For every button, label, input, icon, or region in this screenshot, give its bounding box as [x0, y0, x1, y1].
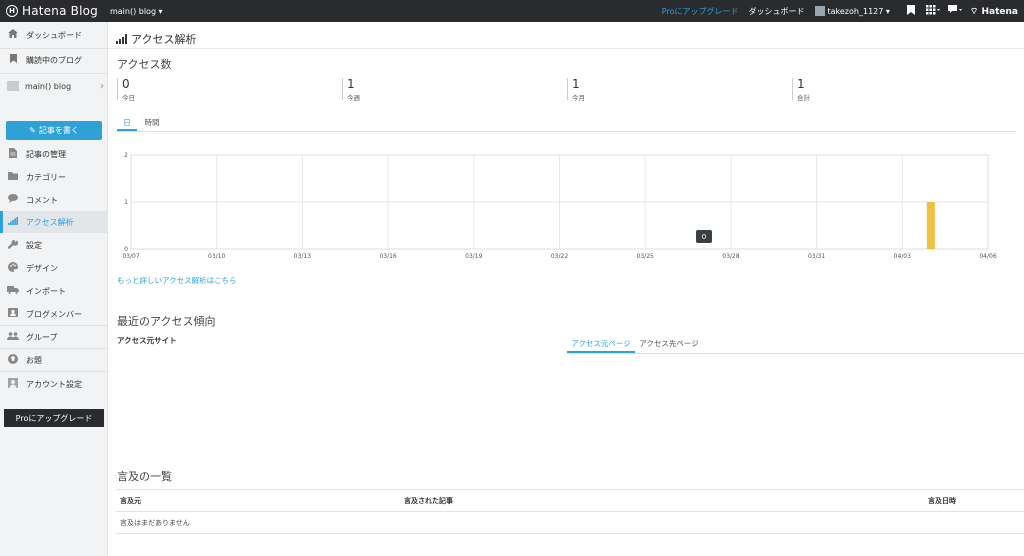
page-title: アクセス解析 [116, 31, 196, 47]
stat-month: 1 今月 [567, 78, 789, 102]
x-tick-label: 03/31 [808, 253, 825, 260]
bookmark-icon[interactable] [900, 4, 922, 18]
sidebar-item-articles[interactable]: 記事の管理 [0, 143, 108, 165]
sidebar-item-import[interactable]: インポート [0, 280, 108, 302]
tab-divider [117, 131, 1016, 132]
stat-total: 1 合計 [792, 78, 1014, 102]
bookmark-icon [6, 54, 20, 66]
tab-hourly[interactable]: 時間 [139, 117, 165, 131]
x-tick-label: 03/07 [122, 253, 139, 260]
sidebar-item-categories[interactable]: カテゴリー [0, 166, 108, 188]
username: takezoh_1127 ▾ [827, 6, 890, 16]
x-tick-label: 03/22 [551, 253, 568, 260]
top-right-nav: Proにアップグレード ダッシュボード takezoh_1127 ▾ ⌔ Hat… [662, 0, 1024, 22]
x-tick-label: 03/13 [294, 253, 311, 260]
y-tick-label: 2 [124, 152, 128, 159]
group-icon [6, 331, 20, 343]
grid-icon[interactable] [922, 4, 944, 18]
mentions-heading: 言及の一覧 [117, 470, 172, 483]
x-tick-label: 03/28 [722, 253, 739, 260]
user-icon [6, 377, 20, 391]
signal-bars-icon [116, 34, 128, 44]
pro-upgrade-button[interactable]: Proにアップグレード [4, 409, 104, 427]
chart-bars [926, 202, 935, 249]
sidebar-item-account-settings[interactable]: アカウント設定 [0, 372, 108, 396]
sidebar-item-topics[interactable]: お題 [0, 349, 108, 371]
sidebar-item-blog[interactable]: main() blog › [0, 74, 108, 98]
avatar [814, 6, 825, 16]
table-row: 言及はまだありません [116, 511, 1024, 534]
signal-bars-icon [6, 216, 20, 228]
x-tick-label: 04/06 [979, 253, 996, 260]
column-header-source: 言及元 [116, 489, 400, 512]
top-bar: H Hatena Blog main() blog ▾ Proにアップグレード … [0, 0, 1024, 22]
folder-icon [6, 171, 20, 183]
sidebar: ダッシュボード 購読中のブログ main() blog › ✎ 記事を書く 記事… [0, 22, 108, 556]
speech-bubble-icon [6, 194, 20, 206]
dashboard-link[interactable]: ダッシュボード [749, 6, 805, 17]
main-content: アクセス解析 アクセス数 0 今日 1 今週 1 今月 1 合計 日 時間 0 1… [108, 22, 1024, 556]
table-header-row: 言及元 言及された記事 言及日時 [116, 489, 1024, 512]
wifi-icon: ⌔ [969, 6, 979, 17]
home-icon [6, 29, 20, 41]
chevron-right-icon: › [100, 80, 104, 92]
comment-icon[interactable] [944, 4, 966, 18]
tab-daily[interactable]: 日 [117, 117, 137, 131]
pencil-icon: ✎ [29, 126, 36, 135]
y-tick-label: 0 [124, 246, 128, 253]
x-tick-label: 03/10 [208, 253, 225, 260]
access-count-heading: アクセス数 [117, 58, 172, 71]
hatena-link[interactable]: ⌔ Hatena [970, 6, 1018, 17]
user-menu[interactable]: takezoh_1127 ▾ [814, 6, 890, 16]
logo-text: Hatena Blog [22, 4, 98, 18]
tab-destination-pages[interactable]: アクセス先ページ [637, 338, 701, 353]
blog-thumbnail [7, 81, 19, 91]
sidebar-item-groups[interactable]: グループ [0, 326, 108, 348]
column-header-date: 言及日時 [924, 489, 1024, 512]
tab-referrer-pages[interactable]: アクセス元ページ [567, 338, 635, 353]
sidebar-item-design[interactable]: デザイン [0, 257, 108, 279]
mentions-empty-message: 言及はまだありません [116, 511, 1024, 534]
x-tick-label: 03/16 [379, 253, 396, 260]
sidebar-item-subscriptions[interactable]: 購読中のブログ [0, 49, 108, 71]
tab-divider [567, 353, 1024, 354]
chart-grid [130, 154, 989, 250]
access-chart: 012 03/07 03/10 03/13 03/16 03/19 03/22 03/25 0… [122, 152, 996, 260]
palette-icon [6, 261, 20, 275]
pro-upgrade-link[interactable]: Proにアップグレード [662, 6, 739, 17]
x-tick-label: 03/19 [465, 253, 482, 260]
lightbulb-icon [6, 353, 20, 367]
sidebar-item-comments[interactable]: コメント [0, 189, 108, 211]
wrench-icon [6, 239, 20, 252]
stat-week: 1 今週 [342, 78, 564, 102]
hatena-logo-mark: H [6, 5, 18, 17]
chart-tooltip: 0 [696, 230, 712, 243]
chart-x-axis: 03/07 03/10 03/13 03/16 03/19 03/22 03/25 03/28… [122, 253, 996, 260]
hatena-blog-logo[interactable]: H Hatena Blog [0, 0, 98, 22]
detailed-analytics-link[interactable]: もっと詳しいアクセス解析はこちら [117, 275, 237, 286]
tooltip-label: 0 [702, 233, 706, 241]
members-icon [6, 308, 20, 320]
blog-switcher[interactable]: main() blog ▾ [110, 7, 163, 16]
sidebar-item-blog-members[interactable]: ブログメンバー [0, 303, 108, 325]
y-tick-label: 1 [124, 199, 128, 206]
recent-trends-heading: 最近のアクセス傾向 [117, 315, 216, 328]
chart-bar [926, 202, 935, 249]
write-article-button[interactable]: ✎ 記事を書く [6, 121, 102, 140]
x-tick-label: 04/03 [894, 253, 911, 260]
stat-today: 0 今日 [117, 78, 339, 102]
source-sites-label: アクセス元サイト [117, 336, 177, 345]
truck-icon [6, 285, 20, 297]
sidebar-item-dashboard[interactable]: ダッシュボード [0, 24, 108, 46]
column-header-article: 言及された記事 [400, 489, 924, 512]
chart-y-axis: 0 1 2 [124, 152, 128, 253]
sidebar-item-access-analytics[interactable]: アクセス解析 [0, 211, 108, 233]
mentions-table: 言及元 言及された記事 言及日時 言及はまだありません [116, 489, 1024, 534]
divider [108, 48, 1024, 49]
sidebar-item-settings[interactable]: 設定 [0, 234, 108, 256]
document-icon [6, 147, 20, 161]
x-tick-label: 03/25 [637, 253, 654, 260]
